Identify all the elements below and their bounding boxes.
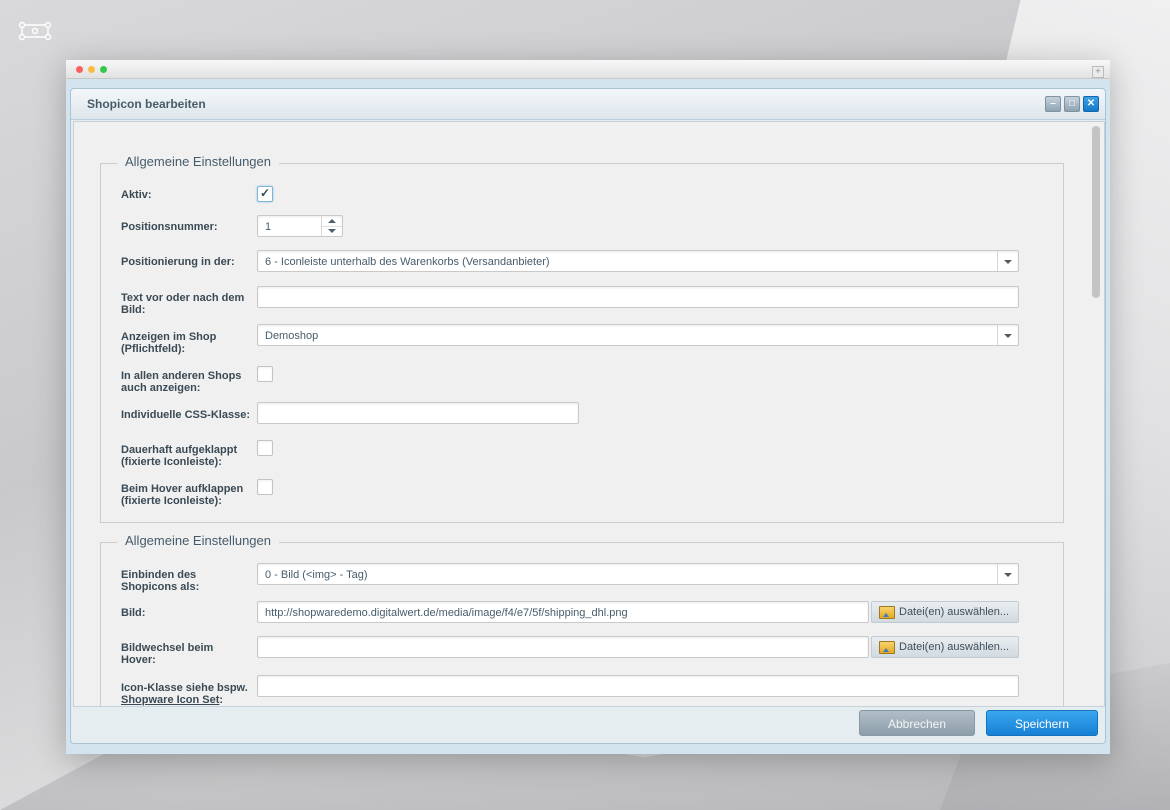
zoom-traffic-light[interactable]: [100, 66, 107, 73]
einbinden-label: Einbinden des Shopicons als:: [121, 569, 200, 593]
dauerhaft-label: Dauerhaft aufgeklappt (fixierte Iconleist…: [121, 444, 238, 468]
plus-icon[interactable]: +: [1092, 66, 1104, 78]
bildwechsel-label: Bildwechsel beim Hover:: [121, 642, 214, 666]
minimize-icon[interactable]: –: [1045, 96, 1061, 112]
hover-checkbox[interactable]: [257, 479, 273, 495]
fieldset-legend: Allgemeine Einstellungen: [117, 154, 279, 169]
vertical-scrollbar[interactable]: [1092, 126, 1100, 298]
image-icon: [879, 606, 895, 619]
dialog-title: Shopicon bearbeiten: [87, 97, 206, 111]
aktiv-checkbox[interactable]: ✓: [257, 186, 273, 202]
positionsnummer-value: 1: [265, 221, 272, 233]
app-logo-icon: [18, 21, 52, 41]
bildwechsel-input[interactable]: [257, 636, 869, 658]
einbinden-value: 0 - Bild (<img> - Tag): [265, 569, 368, 581]
dauerhaft-checkbox[interactable]: [257, 440, 273, 456]
cancel-button[interactable]: Abbrechen: [859, 710, 975, 736]
maximize-icon[interactable]: □: [1064, 96, 1080, 112]
browser-window: + Shopicon bearbeiten – □ ✕ Allgemeine E…: [66, 60, 1110, 754]
shop-value: Demoshop: [265, 330, 319, 342]
window-titlebar: +: [66, 60, 1110, 79]
chevron-down-icon[interactable]: [997, 325, 1018, 345]
css-input[interactable]: [257, 402, 579, 424]
spin-down-icon[interactable]: [322, 226, 342, 236]
chevron-down-icon[interactable]: [997, 251, 1018, 271]
iconklasse-input[interactable]: [257, 675, 1019, 697]
bild-file-button[interactable]: Datei(en) auswählen...: [871, 601, 1019, 623]
form-body: Allgemeine Einstellungen Aktiv: ✓ Positi…: [73, 121, 1105, 707]
aktiv-label: Aktiv:: [121, 189, 152, 201]
general-settings-fieldset: Allgemeine Einstellungen Aktiv: ✓ Positi…: [100, 154, 1064, 523]
text-label: Text vor oder nach dem Bild:: [121, 292, 245, 316]
alle-shops-label: In allen anderen Shops auch anzeigen:: [121, 370, 242, 394]
positionierung-select[interactable]: 6 - Iconleiste unterhalb des Warenkorbs …: [257, 250, 1019, 272]
icon-settings-fieldset: Allgemeine Einstellungen Einbinden des Sh…: [100, 533, 1064, 706]
shop-label: Anzeigen im Shop (Pflichtfeld):: [121, 331, 217, 355]
save-button[interactable]: Speichern: [986, 710, 1098, 736]
image-icon: [879, 641, 895, 654]
text-input[interactable]: [257, 286, 1019, 308]
positionierung-label: Positionierung in der:: [121, 256, 235, 268]
shopicon-dialog: Shopicon bearbeiten – □ ✕ Allgemeine Ein…: [70, 88, 1106, 744]
hover-label: Beim Hover aufklappen (fixierte Iconleist…: [121, 483, 244, 507]
chevron-down-icon[interactable]: [997, 564, 1018, 584]
shop-select[interactable]: Demoshop: [257, 324, 1019, 346]
bildwechsel-file-button[interactable]: Datei(en) auswählen...: [871, 636, 1019, 658]
bild-label: Bild:: [121, 607, 146, 619]
positionsnummer-label: Positionsnummer:: [121, 221, 218, 233]
fieldset-legend: Allgemeine Einstellungen: [117, 533, 279, 548]
einbinden-select[interactable]: 0 - Bild (<img> - Tag): [257, 563, 1019, 585]
close-icon[interactable]: ✕: [1083, 96, 1099, 112]
minimize-traffic-light[interactable]: [88, 66, 95, 73]
css-label: Individuelle CSS-Klasse:: [121, 409, 250, 421]
checkmark-icon: ✓: [260, 186, 271, 200]
positionierung-value: 6 - Iconleiste unterhalb des Warenkorbs …: [265, 256, 550, 268]
iconklasse-label: Icon-Klasse siehe bspw. Shopware Icon Set…: [121, 682, 248, 706]
bild-input[interactable]: http://shopwaredemo.digitalwert.de/media…: [257, 601, 869, 623]
positionsnummer-stepper[interactable]: 1: [257, 215, 343, 237]
dialog-header: Shopicon bearbeiten – □ ✕: [71, 89, 1105, 120]
dialog-footer: Abbrechen Speichern: [71, 705, 1105, 743]
close-traffic-light[interactable]: [76, 66, 83, 73]
alle-shops-checkbox[interactable]: [257, 366, 273, 382]
